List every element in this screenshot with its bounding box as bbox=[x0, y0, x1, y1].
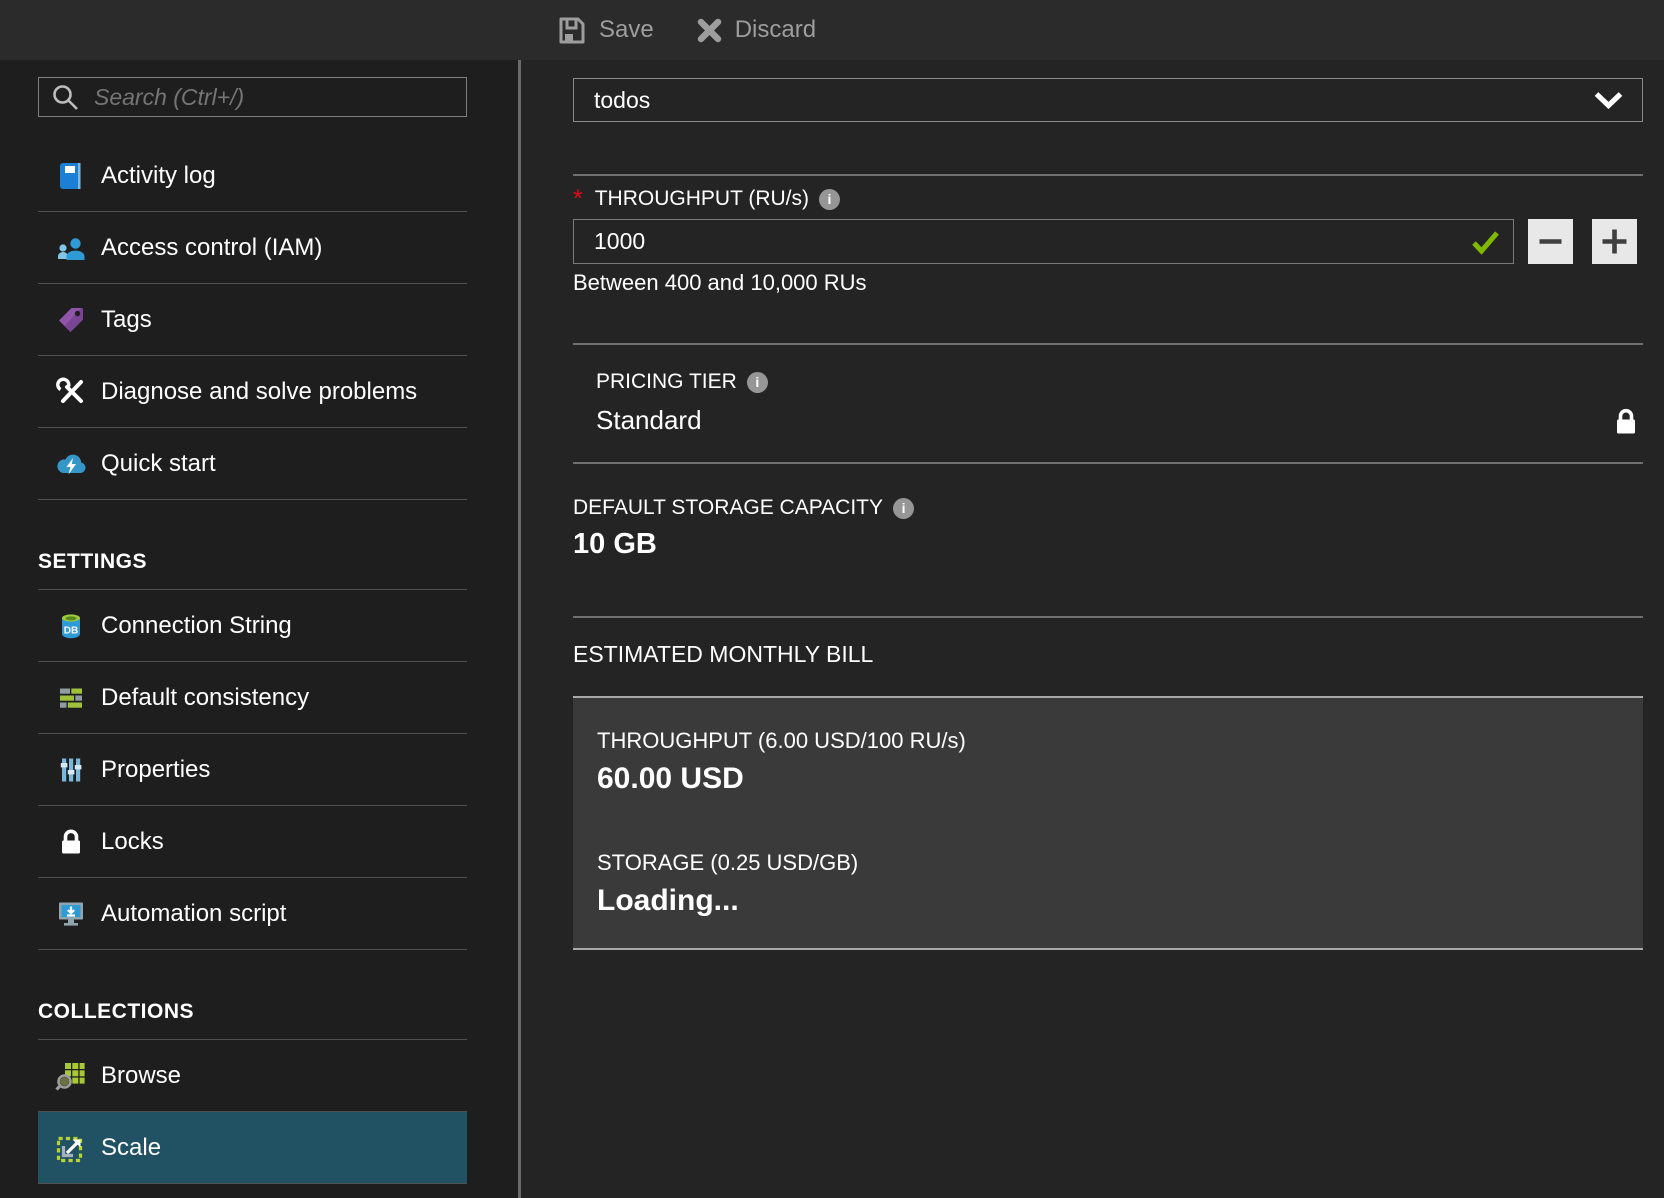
divider bbox=[573, 462, 1643, 464]
info-icon[interactable]: i bbox=[747, 372, 768, 393]
book-activity-log-icon bbox=[55, 160, 87, 192]
crossed-tools-diagnose-icon bbox=[55, 376, 87, 408]
sidebar-item-quick-start[interactable]: Quick start bbox=[38, 428, 467, 500]
sidebar-item-label: Scale bbox=[101, 1134, 161, 1162]
sidebar-item-label: Activity log bbox=[101, 162, 216, 190]
sidebar-content-divider bbox=[518, 60, 521, 1198]
azure-portal-scale-blade: { "toolbar": { "save_label": "Save", "di… bbox=[0, 0, 1664, 1198]
search-input[interactable] bbox=[92, 83, 454, 112]
discard-button[interactable]: Discard bbox=[696, 16, 816, 44]
bill-throughput-label: THROUGHPUT (6.00 USD/100 RU/s) bbox=[597, 728, 1619, 754]
sidebar-item-activity-log[interactable]: Activity log bbox=[38, 140, 467, 212]
pricing-tier-label-row: PRICING TIER i bbox=[596, 370, 1643, 394]
dashed-scale-arrow-icon bbox=[55, 1132, 87, 1164]
plus-icon bbox=[1600, 227, 1629, 256]
sidebar-item-label: Automation script bbox=[101, 900, 286, 928]
sidebar-item-label: Browse bbox=[101, 1062, 181, 1090]
chevron-down-icon bbox=[1593, 91, 1624, 109]
throughput-hint: Between 400 and 10,000 RUs bbox=[573, 270, 1643, 296]
sidebar-nav: Activity log Access control (IAM) bbox=[38, 140, 467, 1184]
sidebar-item-label: Locks bbox=[101, 828, 164, 856]
minus-icon bbox=[1537, 228, 1564, 255]
info-icon[interactable]: i bbox=[893, 498, 914, 519]
throughput-input-row bbox=[573, 219, 1643, 264]
sidebar-menu: Activity log Access control (IAM) bbox=[0, 60, 518, 1198]
x-discard-icon bbox=[696, 17, 723, 44]
sidebar-item-label: Default consistency bbox=[101, 684, 309, 712]
pricing-tier-value: Standard bbox=[596, 405, 1643, 436]
divider bbox=[573, 174, 1643, 176]
svg-text:DB: DB bbox=[64, 625, 78, 636]
people-access-control-icon bbox=[55, 232, 87, 264]
save-button[interactable]: Save bbox=[556, 15, 654, 46]
throughput-input[interactable] bbox=[573, 219, 1514, 264]
sidebar-section-collections: COLLECTIONS bbox=[38, 950, 467, 1040]
storage-capacity-value: 10 GB bbox=[573, 528, 1643, 561]
padlock-icon bbox=[55, 826, 87, 858]
sidebar-section-settings: SETTINGS bbox=[38, 500, 467, 590]
bill-storage-value: Loading... bbox=[597, 884, 1619, 918]
scale-blade-content: todos * THROUGHPUT (RU/s) i bbox=[573, 60, 1643, 950]
bill-throughput-value: 60.00 USD bbox=[597, 762, 1619, 796]
pricing-tier-section: PRICING TIER i Standard bbox=[573, 370, 1643, 436]
sidebar-item-access-control[interactable]: Access control (IAM) bbox=[38, 212, 467, 284]
throughput-field-label: * THROUGHPUT (RU/s) i bbox=[573, 187, 1643, 211]
tag-icon bbox=[55, 304, 87, 336]
increase-throughput-button[interactable] bbox=[1592, 219, 1637, 264]
cloud-lightning-quickstart-icon bbox=[55, 448, 87, 480]
sidebar-item-browse[interactable]: Browse bbox=[38, 1040, 467, 1112]
sidebar-item-label: Connection String bbox=[101, 612, 292, 640]
bill-storage-label: STORAGE (0.25 USD/GB) bbox=[597, 850, 1619, 876]
sidebar-item-label: Tags bbox=[101, 306, 152, 334]
collection-select-value: todos bbox=[594, 87, 650, 114]
lock-icon bbox=[1611, 406, 1641, 438]
storage-capacity-label-text: DEFAULT STORAGE CAPACITY bbox=[573, 496, 883, 520]
divider bbox=[573, 343, 1643, 345]
grid-magnifier-browse-icon bbox=[55, 1060, 87, 1092]
search-icon bbox=[51, 83, 80, 112]
sidebar-item-locks[interactable]: Locks bbox=[38, 806, 467, 878]
throughput-input-wrap bbox=[573, 219, 1514, 264]
sidebar-search-box bbox=[38, 77, 467, 117]
discard-button-label: Discard bbox=[735, 16, 816, 44]
decrease-throughput-button[interactable] bbox=[1528, 219, 1573, 264]
vertical-sliders-icon bbox=[55, 754, 87, 786]
divider bbox=[573, 616, 1643, 618]
sidebar-item-properties[interactable]: Properties bbox=[38, 734, 467, 806]
sidebar-item-label: Quick start bbox=[101, 450, 216, 478]
valid-checkmark-icon bbox=[1471, 230, 1500, 255]
floppy-save-icon bbox=[556, 15, 587, 46]
monitor-download-icon bbox=[55, 898, 87, 930]
estimated-bill-heading: ESTIMATED MONTHLY BILL bbox=[573, 641, 1643, 668]
collection-select[interactable]: todos bbox=[573, 78, 1643, 122]
sidebar-item-diagnose[interactable]: Diagnose and solve problems bbox=[38, 356, 467, 428]
save-button-label: Save bbox=[599, 16, 654, 44]
sidebar-item-default-consistency[interactable]: Default consistency bbox=[38, 662, 467, 734]
sidebar-item-label: Diagnose and solve problems bbox=[101, 378, 417, 406]
storage-capacity-label-row: DEFAULT STORAGE CAPACITY i bbox=[573, 496, 1643, 520]
sidebar-item-tags[interactable]: Tags bbox=[38, 284, 467, 356]
throughput-label-text: THROUGHPUT (RU/s) bbox=[595, 187, 809, 211]
estimated-bill-box: THROUGHPUT (6.00 USD/100 RU/s) 60.00 USD… bbox=[573, 696, 1643, 950]
sidebar-item-label: Access control (IAM) bbox=[101, 234, 322, 262]
info-icon[interactable]: i bbox=[819, 189, 840, 210]
sidebar-item-label: Properties bbox=[101, 756, 210, 784]
command-toolbar: Save Discard bbox=[0, 0, 1664, 60]
required-asterisk: * bbox=[573, 189, 583, 209]
database-cylinder-icon: DB bbox=[55, 610, 87, 642]
sidebar-item-automation-script[interactable]: Automation script bbox=[38, 878, 467, 950]
sidebar-item-connection-string[interactable]: DB Connection String bbox=[38, 590, 467, 662]
sidebar-item-scale[interactable]: Scale bbox=[38, 1112, 467, 1184]
pricing-tier-label-text: PRICING TIER bbox=[596, 370, 737, 394]
horizontal-sliders-icon bbox=[55, 682, 87, 714]
